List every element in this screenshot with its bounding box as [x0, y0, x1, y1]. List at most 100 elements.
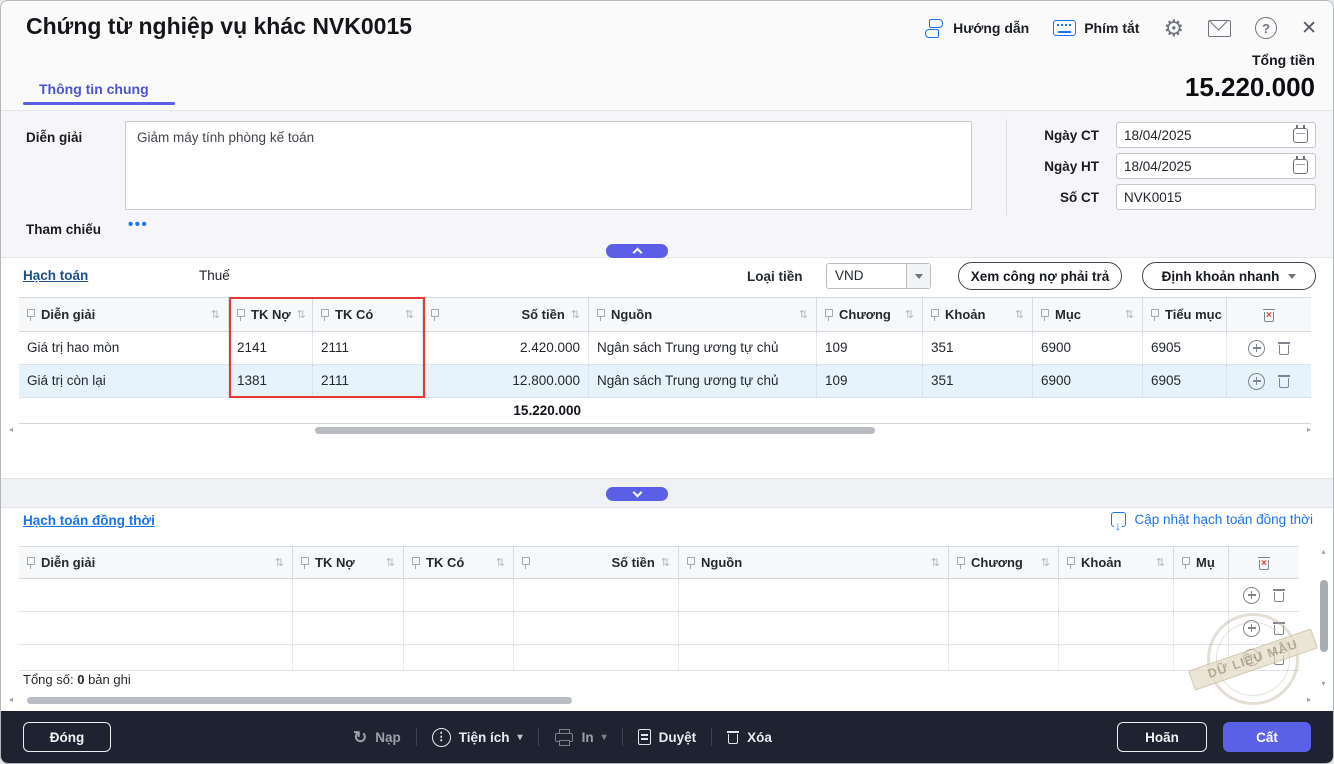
table-row[interactable]: Giá trị hao mòn 2141 2111 2.420.000 Ngân… — [19, 332, 1311, 365]
pin-icon[interactable] — [1067, 557, 1075, 569]
sort-icon[interactable]: ⇅ — [661, 556, 670, 569]
column-header-tk-co[interactable]: TK Có⇅ — [313, 298, 423, 331]
sort-icon[interactable]: ⇅ — [496, 556, 505, 569]
shortcuts-button[interactable]: Phím tắt — [1053, 20, 1139, 36]
pin-icon[interactable] — [597, 309, 605, 321]
scroll-up-arrow[interactable]: ▴ — [1321, 548, 1325, 556]
empty-table-row[interactable] — [19, 612, 1299, 645]
empty-table-row[interactable] — [19, 579, 1299, 612]
add-row-icon[interactable] — [1243, 620, 1260, 637]
cell-so-tien[interactable]: 2.420.000 — [423, 332, 589, 364]
close-icon[interactable]: ✕ — [1301, 17, 1317, 40]
column-header-nguon[interactable]: Nguồn⇅ — [589, 298, 817, 331]
quick-posting-button[interactable]: Định khoản nhanh — [1142, 262, 1316, 290]
pin-icon[interactable] — [412, 557, 420, 569]
column-header-tk-co[interactable]: TK Có⇅ — [404, 547, 514, 578]
scrollbar-track[interactable] — [1320, 558, 1328, 678]
column-header-nguon[interactable]: Nguồn⇅ — [679, 547, 949, 578]
cell-dien-giai[interactable]: Giá trị còn lại — [19, 365, 229, 397]
help-icon[interactable]: ? — [1255, 17, 1277, 39]
sort-icon[interactable]: ⇅ — [1041, 556, 1050, 569]
update-simultaneous-button[interactable]: ↓ Cập nhật hạch toán đồng thời — [1111, 512, 1314, 527]
cell-nguon[interactable]: Ngân sách Trung ương tự chủ — [589, 332, 817, 364]
send-email-button[interactable] — [1208, 20, 1231, 37]
cell-tk-co[interactable]: 2111 — [313, 332, 423, 364]
horizontal-scrollbar[interactable]: ◂ ▸ — [9, 425, 1311, 435]
view-payable-button[interactable]: Xem công nợ phải trả — [958, 262, 1122, 290]
column-header-dien-giai[interactable]: Diễn giải⇅ — [19, 298, 229, 331]
sort-icon[interactable]: ⇅ — [1125, 308, 1134, 321]
postpone-button[interactable]: Hoãn — [1117, 722, 1207, 752]
pin-icon[interactable] — [431, 309, 439, 321]
column-header-khoan[interactable]: Khoản⇅ — [923, 298, 1033, 331]
empty-table-row[interactable] — [19, 645, 1299, 671]
delete-row-icon[interactable] — [1278, 341, 1290, 355]
scrollbar-thumb[interactable] — [315, 427, 875, 434]
settings-gear-icon[interactable]: ⚙ — [1163, 17, 1184, 40]
currency-select[interactable]: VND — [826, 263, 931, 289]
delete-all-icon[interactable]: × — [1263, 308, 1275, 322]
sort-icon[interactable]: ⇅ — [799, 308, 808, 321]
pin-icon[interactable] — [27, 557, 35, 569]
column-header-tk-no[interactable]: TK Nợ⇅ — [293, 547, 404, 578]
pin-icon[interactable] — [1182, 557, 1190, 569]
cell-khoan[interactable]: 351 — [923, 365, 1033, 397]
close-button[interactable]: Đóng — [23, 722, 111, 752]
delete-button[interactable]: Xóa — [727, 730, 772, 745]
sort-icon[interactable]: ⇅ — [905, 308, 914, 321]
add-row-icon[interactable] — [1243, 649, 1260, 666]
delete-row-icon[interactable] — [1278, 374, 1290, 388]
utilities-button[interactable]: ⋮ Tiện ích ▾ — [432, 728, 523, 747]
sort-icon[interactable]: ⇅ — [1015, 308, 1024, 321]
description-input[interactable]: Giảm máy tính phòng kế toán — [125, 121, 972, 210]
add-row-icon[interactable] — [1248, 340, 1265, 357]
column-header-so-tien[interactable]: Số tiền⇅ — [514, 547, 679, 578]
cell-khoan[interactable]: 351 — [923, 332, 1033, 364]
sort-icon[interactable]: ⇅ — [1156, 556, 1165, 569]
sort-icon[interactable]: ⇅ — [405, 308, 414, 321]
delete-row-icon[interactable] — [1273, 621, 1285, 635]
column-header-dien-giai[interactable]: Diễn giải⇅ — [19, 547, 293, 578]
doc-date-input[interactable] — [1124, 128, 1289, 143]
column-header-muc[interactable]: Mục⇅ — [1033, 298, 1143, 331]
cell-chuong[interactable]: 109 — [817, 365, 923, 397]
scroll-right-arrow[interactable]: ▸ — [1307, 426, 1311, 434]
reload-button[interactable]: ↻ Nạp — [353, 729, 401, 746]
pin-icon[interactable] — [957, 557, 965, 569]
scrollbar-track[interactable] — [15, 426, 1305, 435]
cell-tieu-muc[interactable]: 6905 — [1143, 332, 1227, 364]
cell-so-tien[interactable]: 12.800.000 — [423, 365, 589, 397]
simultaneous-posting-link[interactable]: Hạch toán đồng thời — [23, 513, 155, 528]
scroll-left-arrow[interactable]: ◂ — [9, 426, 13, 434]
column-header-so-tien[interactable]: Số tiền⇅ — [423, 298, 589, 331]
scroll-down-arrow[interactable]: ▾ — [1321, 680, 1325, 688]
column-header-khoan[interactable]: Khoản⇅ — [1059, 547, 1174, 578]
scroll-right-arrow[interactable]: ▸ — [1307, 696, 1311, 704]
select-dropdown-button[interactable] — [906, 264, 930, 288]
table-row-selected[interactable]: Giá trị còn lại 1381 2111 12.800.000 Ngâ… — [19, 365, 1311, 398]
tab-accounting[interactable]: Hạch toán — [23, 268, 88, 283]
vertical-scrollbar[interactable]: ▴ ▾ — [1318, 548, 1329, 688]
sort-icon[interactable]: ⇅ — [297, 308, 306, 321]
tab-general-info[interactable]: Thông tin chung — [39, 81, 149, 97]
approve-button[interactable]: Duyệt — [638, 729, 697, 745]
cell-dien-giai[interactable]: Giá trị hao mòn — [19, 332, 229, 364]
calendar-icon[interactable] — [1293, 128, 1308, 143]
pin-icon[interactable] — [931, 309, 939, 321]
reference-more-button[interactable]: ••• — [128, 216, 148, 233]
doc-no-input[interactable] — [1124, 190, 1308, 205]
collapse-up-button[interactable] — [606, 244, 668, 258]
scrollbar-thumb[interactable] — [27, 697, 572, 704]
pin-icon[interactable] — [687, 557, 695, 569]
tab-tax[interactable]: Thuế — [199, 268, 230, 283]
collapse-down-button[interactable] — [606, 487, 668, 501]
posting-date-input[interactable] — [1124, 159, 1289, 174]
pin-icon[interactable] — [237, 309, 245, 321]
cell-tk-co[interactable]: 2111 — [313, 365, 423, 397]
pin-icon[interactable] — [825, 309, 833, 321]
column-header-chuong[interactable]: Chương⇅ — [817, 298, 923, 331]
print-button[interactable]: In ▾ — [554, 730, 607, 745]
cell-chuong[interactable]: 109 — [817, 332, 923, 364]
delete-row-icon[interactable] — [1273, 651, 1285, 665]
doc-date-field[interactable] — [1116, 122, 1316, 148]
